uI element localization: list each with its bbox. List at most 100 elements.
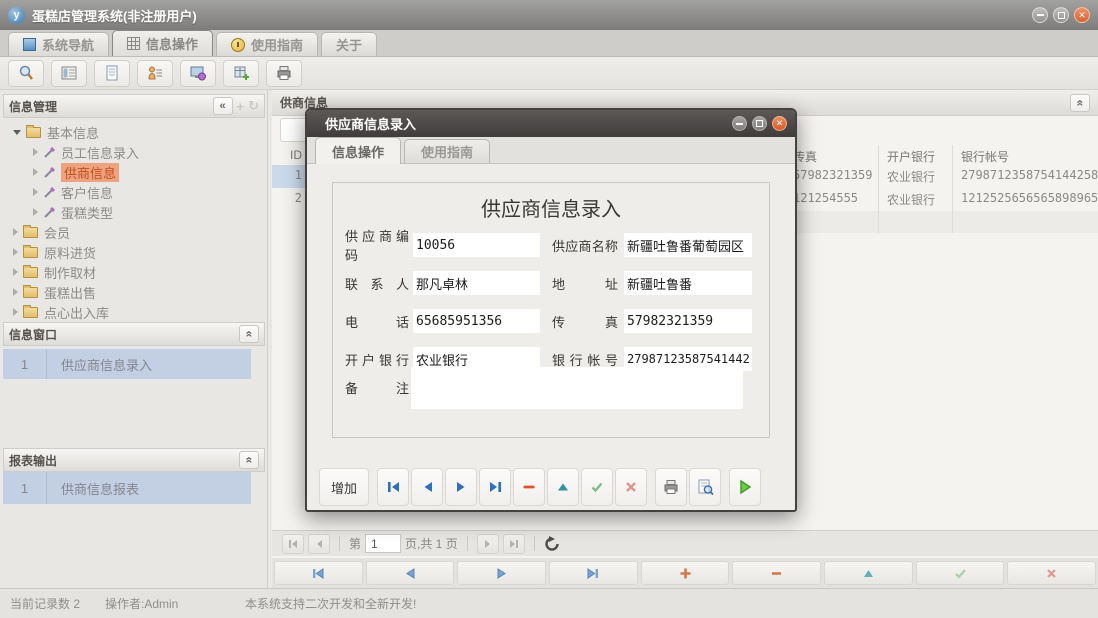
next-record-button[interactable] <box>445 468 477 506</box>
info-tree: 基本信息 员工信息录入 供商信息 客户信息 蛋糕类型 会员 <box>3 122 265 322</box>
refresh-button[interactable] <box>544 536 560 552</box>
tab-about[interactable]: 关于 <box>321 32 377 56</box>
run-report-button[interactable] <box>729 468 761 506</box>
tab-user-guide[interactable]: 使用指南 <box>216 32 318 56</box>
caret-right-icon[interactable] <box>13 288 18 296</box>
address-field[interactable] <box>624 271 752 295</box>
minimize-button[interactable] <box>1032 7 1048 23</box>
prev-icon <box>420 480 435 494</box>
confirm-button[interactable] <box>916 561 1005 585</box>
add-icon[interactable]: + <box>237 99 245 114</box>
tree-item-basic-info[interactable]: 基本信息 <box>3 122 265 142</box>
collapse-sidebar-button[interactable]: « <box>213 97 233 115</box>
contact-label: 联系人 <box>345 274 409 293</box>
first-icon <box>386 480 401 494</box>
dialog-maximize-button[interactable] <box>752 116 767 131</box>
triangle-up-icon <box>556 480 570 494</box>
report-list-item[interactable]: 1 供商信息报表 <box>3 472 251 504</box>
caret-right-icon[interactable] <box>33 168 38 176</box>
tree-item-label: 蛋糕出售 <box>44 283 96 302</box>
tab-system-navigation[interactable]: 系统导航 <box>8 32 109 56</box>
first-record-button[interactable] <box>377 468 409 506</box>
caret-down-icon[interactable] <box>13 130 21 135</box>
collapse-panel-button[interactable]: « <box>239 451 259 469</box>
add-record-button[interactable] <box>641 561 730 585</box>
dialog-minimize-button[interactable] <box>732 116 747 131</box>
chevron-up-icon: « <box>242 331 256 338</box>
tree-item-label: 点心出入库 <box>44 303 109 322</box>
close-button[interactable]: ✕ <box>1074 7 1090 23</box>
tab-info-operation[interactable]: 信息操作 <box>112 30 213 56</box>
page-next-button[interactable] <box>477 534 499 554</box>
page-number-input[interactable] <box>365 534 401 553</box>
tree-item-pastry-inventory[interactable]: 点心出入库 <box>3 302 265 322</box>
tree-item-production-material[interactable]: 制作取材 <box>3 262 265 282</box>
tree-item-employee-info[interactable]: 员工信息录入 <box>3 142 265 162</box>
delete-record-button[interactable] <box>513 468 545 506</box>
remove-record-button[interactable] <box>732 561 821 585</box>
tab-label: 信息操作 <box>332 142 384 161</box>
contact-field[interactable] <box>413 271 540 295</box>
prev-icon <box>403 567 417 580</box>
dialog-tab-info-operation[interactable]: 信息操作 <box>315 137 401 164</box>
printer-button[interactable] <box>266 60 302 87</box>
nav-prev-button[interactable] <box>366 561 455 585</box>
tree-item-customer-info[interactable]: 客户信息 <box>3 182 265 202</box>
page-prev-button[interactable] <box>308 534 330 554</box>
column-header-account[interactable]: 银行帐号 <box>952 145 1098 165</box>
supplier-code-field[interactable] <box>413 233 540 257</box>
cancel-button[interactable] <box>1007 561 1096 585</box>
form-button[interactable] <box>51 60 87 87</box>
caret-right-icon[interactable] <box>13 248 18 256</box>
collapse-panel-button[interactable]: « <box>239 325 259 343</box>
move-up-record-button[interactable] <box>547 468 579 506</box>
column-header-bank[interactable]: 开户银行 <box>878 145 952 165</box>
cancel-record-button[interactable] <box>615 468 647 506</box>
fax-field[interactable] <box>624 309 752 333</box>
collapse-grid-button[interactable]: « <box>1070 94 1090 112</box>
tree-item-supplier-info[interactable]: 供商信息 <box>3 162 265 182</box>
caret-right-icon[interactable] <box>33 188 38 196</box>
folder-icon <box>23 287 38 298</box>
minimize-icon <box>736 123 743 125</box>
tree-item-material-purchase[interactable]: 原料进货 <box>3 242 265 262</box>
nav-last-button[interactable] <box>549 561 638 585</box>
refresh-icon[interactable]: ↻ <box>248 98 259 114</box>
caret-right-icon[interactable] <box>33 148 38 156</box>
last-record-button[interactable] <box>479 468 511 506</box>
nav-next-button[interactable] <box>457 561 546 585</box>
move-up-button[interactable] <box>824 561 913 585</box>
confirm-record-button[interactable] <box>581 468 613 506</box>
tree-item-cake-type[interactable]: 蛋糕类型 <box>3 202 265 222</box>
dialog-titlebar[interactable]: 供应商信息录入 ✕ <box>307 110 795 137</box>
add-button[interactable]: 增加 <box>319 468 369 506</box>
column-header-fax[interactable]: 传真 <box>786 145 878 165</box>
table-add-button[interactable] <box>223 60 259 87</box>
tree-item-members[interactable]: 会员 <box>3 222 265 242</box>
page-last-button[interactable] <box>503 534 525 554</box>
tree-item-cake-sales[interactable]: 蛋糕出售 <box>3 282 265 302</box>
phone-field[interactable] <box>413 309 540 333</box>
monitor-globe-button[interactable] <box>180 60 216 87</box>
dialog-close-button[interactable]: ✕ <box>772 116 787 131</box>
caret-right-icon[interactable] <box>13 268 18 276</box>
supplier-name-field[interactable] <box>624 233 752 257</box>
caret-right-icon[interactable] <box>13 308 18 316</box>
print-preview-button[interactable] <box>689 468 721 506</box>
check-icon <box>590 480 604 494</box>
search-button[interactable] <box>8 60 44 87</box>
document-button[interactable] <box>94 60 130 87</box>
dialog-tabstrip: 信息操作 使用指南 <box>307 137 795 164</box>
caret-right-icon[interactable] <box>13 228 18 236</box>
user-list-button[interactable] <box>137 60 173 87</box>
dialog-tab-user-guide[interactable]: 使用指南 <box>404 139 490 163</box>
info-window-list-item[interactable]: 1 供应商信息录入 <box>3 349 251 379</box>
caret-right-icon[interactable] <box>33 208 38 216</box>
nav-first-button[interactable] <box>274 561 363 585</box>
maximize-button[interactable] <box>1053 7 1069 23</box>
remark-field[interactable] <box>411 367 743 409</box>
page-first-button[interactable] <box>282 534 304 554</box>
print-button[interactable] <box>655 468 687 506</box>
prev-record-button[interactable] <box>411 468 443 506</box>
column-header-id[interactable]: ID <box>272 145 308 165</box>
